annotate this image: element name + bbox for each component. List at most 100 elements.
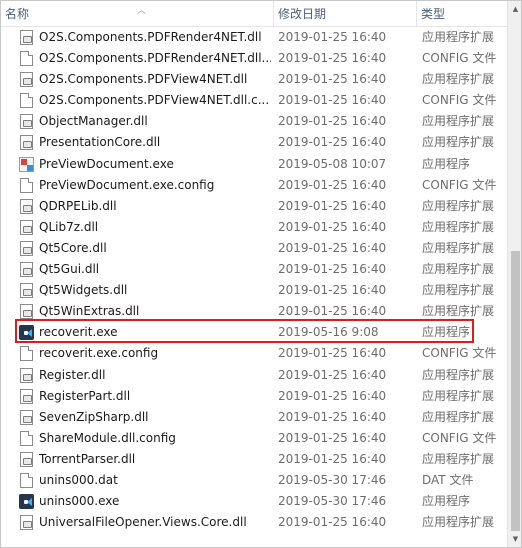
file-row[interactable]: O2S.Components.PDFView4NET.dll 2019-01-25… bbox=[1, 69, 507, 90]
file-icon-cell bbox=[18, 196, 36, 217]
file-icon-cell bbox=[18, 449, 36, 470]
file-icon-cell bbox=[18, 175, 36, 196]
file-row[interactable]: Qt5Widgets.dll 2019-01-25 16:40 应用程序扩展 bbox=[1, 280, 507, 301]
file-name[interactable]: recoverit.exe bbox=[39, 322, 271, 343]
file-name[interactable]: TorrentParser.dll bbox=[39, 449, 271, 470]
file-type: 应用程序扩展 bbox=[422, 198, 495, 213]
file-row[interactable]: SevenZipSharp.dll 2019-01-25 16:40 应用程序扩展 bbox=[1, 407, 507, 428]
preview-app-icon bbox=[19, 156, 34, 172]
file-type: 应用程序 bbox=[422, 494, 471, 509]
sort-chevron-up-icon: ︿ bbox=[137, 6, 147, 16]
file-icon-cell bbox=[18, 512, 36, 533]
file-row[interactable]: Qt5Gui.dll 2019-01-25 16:40 应用程序扩展 bbox=[1, 259, 507, 280]
column-header-date[interactable]: 修改日期 bbox=[274, 1, 416, 27]
file-type: CONFIG 文件 bbox=[422, 346, 497, 361]
file-name[interactable]: Qt5WinExtras.dll bbox=[39, 301, 271, 322]
file-type: DAT 文件 bbox=[422, 472, 474, 487]
file-name[interactable]: O2S.Components.PDFRender4NET.dll bbox=[39, 27, 271, 48]
scrollbar-thumb[interactable] bbox=[511, 251, 520, 531]
column-header-type[interactable]: 类型 bbox=[417, 1, 507, 27]
file-icon-cell bbox=[18, 407, 36, 428]
file-modified-date: 2019-01-25 16:40 bbox=[278, 388, 387, 403]
file-icon-cell bbox=[18, 491, 36, 512]
column-header-row: ︿ 名称 修改日期 类型 bbox=[1, 1, 507, 27]
file-name[interactable]: QLib7z.dll bbox=[39, 217, 271, 238]
file-row[interactable]: Qt5WinExtras.dll 2019-01-25 16:40 应用程序扩展 bbox=[1, 301, 507, 322]
file-name[interactable]: unins000.exe bbox=[39, 491, 271, 512]
config-file-icon bbox=[20, 51, 33, 67]
file-row[interactable]: ShareModule.dll.config 2019-01-25 16:40 CO… bbox=[1, 428, 507, 449]
dll-file-icon bbox=[20, 515, 33, 531]
file-icon-cell bbox=[18, 365, 36, 386]
file-row[interactable]: ObjectManager.dll 2019-01-25 16:40 应用程序扩展 bbox=[1, 111, 507, 132]
file-row[interactable]: unins000.dat 2019-05-30 17:46 DAT 文件 bbox=[1, 470, 507, 491]
file-type: 应用程序扩展 bbox=[422, 283, 495, 298]
file-type: 应用程序 bbox=[422, 156, 471, 171]
file-modified-date: 2019-01-25 16:40 bbox=[278, 451, 387, 466]
file-row[interactable]: PreViewDocument.exe.config 2019-01-25 16:… bbox=[1, 175, 507, 196]
file-name[interactable]: PreViewDocument.exe.config bbox=[39, 175, 271, 196]
file-row[interactable]: PreViewDocument.exe 2019-05-08 10:07 应用程序 bbox=[1, 154, 507, 175]
file-modified-date: 2019-05-16 9:08 bbox=[278, 325, 379, 340]
file-row[interactable]: Qt5Core.dll 2019-01-25 16:40 应用程序扩展 bbox=[1, 238, 507, 259]
file-type: 应用程序扩展 bbox=[422, 262, 495, 277]
file-name[interactable]: Qt5Gui.dll bbox=[39, 259, 271, 280]
file-icon-cell bbox=[18, 69, 36, 90]
file-explorer-list: ︿ 名称 修改日期 类型 O2S.Components.PDFRender4NE… bbox=[0, 0, 522, 548]
file-row[interactable]: unins000.exe 2019-05-30 17:46 应用程序 bbox=[1, 491, 507, 512]
file-type: 应用程序扩展 bbox=[422, 304, 495, 319]
file-row[interactable]: QLib7z.dll 2019-01-25 16:40 应用程序扩展 bbox=[1, 217, 507, 238]
file-row[interactable]: QDRPELib.dll 2019-01-25 16:40 应用程序扩展 bbox=[1, 196, 507, 217]
file-row[interactable]: UniversalFileOpener.Views.Core.dll 2019-0… bbox=[1, 512, 507, 533]
file-name[interactable]: Register.dll bbox=[39, 365, 271, 386]
file-modified-date: 2019-01-25 16:40 bbox=[278, 409, 387, 424]
file-modified-date: 2019-01-25 16:40 bbox=[278, 283, 387, 298]
file-type: 应用程序扩展 bbox=[422, 240, 495, 255]
file-name[interactable]: O2S.Components.PDFView4NET.dll bbox=[39, 69, 271, 90]
file-type: CONFIG 文件 bbox=[422, 93, 497, 108]
file-name[interactable]: UniversalFileOpener.Views.Core.dll bbox=[39, 512, 271, 533]
file-modified-date: 2019-01-25 16:40 bbox=[278, 262, 387, 277]
dll-file-icon bbox=[20, 451, 33, 467]
scroll-down-arrow-icon[interactable]: ▼ bbox=[508, 531, 521, 547]
file-type: 应用程序扩展 bbox=[422, 72, 495, 87]
file-type: 应用程序扩展 bbox=[422, 409, 495, 424]
file-name[interactable]: recoverit.exe.config bbox=[39, 343, 271, 364]
file-name[interactable]: ObjectManager.dll bbox=[39, 111, 271, 132]
file-name[interactable]: PreViewDocument.exe bbox=[39, 154, 271, 175]
file-name[interactable]: unins000.dat bbox=[39, 470, 271, 491]
file-row[interactable]: recoverit.exe 2019-05-16 9:08 应用程序 bbox=[1, 322, 507, 343]
file-modified-date: 2019-01-25 16:40 bbox=[278, 30, 387, 44]
file-modified-date: 2019-01-25 16:40 bbox=[278, 177, 387, 192]
file-modified-date: 2019-01-25 16:40 bbox=[278, 135, 387, 150]
column-header-name[interactable]: ︿ 名称 bbox=[1, 1, 273, 27]
file-name[interactable]: SevenZipSharp.dll bbox=[39, 407, 271, 428]
file-row[interactable]: PresentationCore.dll 2019-01-25 16:40 应用程序… bbox=[1, 132, 507, 153]
file-name[interactable]: PresentationCore.dll bbox=[39, 132, 271, 153]
file-row[interactable]: O2S.Components.PDFView4NET.dll.c... 2019-… bbox=[1, 90, 507, 111]
file-row[interactable]: TorrentParser.dll 2019-01-25 16:40 应用程序扩展 bbox=[1, 449, 507, 470]
file-modified-date: 2019-01-25 16:40 bbox=[278, 346, 387, 361]
file-name[interactable]: Qt5Core.dll bbox=[39, 238, 271, 259]
file-row[interactable]: Register.dll 2019-01-25 16:40 应用程序扩展 bbox=[1, 365, 507, 386]
dll-file-icon bbox=[20, 283, 33, 299]
file-modified-date: 2019-01-25 16:40 bbox=[278, 304, 387, 319]
file-name[interactable]: ShareModule.dll.config bbox=[39, 428, 271, 449]
scroll-up-arrow-icon[interactable]: ▲ bbox=[508, 1, 521, 17]
file-row[interactable]: recoverit.exe.config 2019-01-25 16:40 CONF… bbox=[1, 343, 507, 364]
file-name[interactable]: Qt5Widgets.dll bbox=[39, 280, 271, 301]
file-name[interactable]: RegisterPart.dll bbox=[39, 386, 271, 407]
dll-file-icon bbox=[20, 409, 33, 425]
file-row[interactable]: RegisterPart.dll 2019-01-25 16:40 应用程序扩展 bbox=[1, 386, 507, 407]
dll-file-icon bbox=[20, 114, 33, 130]
vertical-scrollbar[interactable]: ▲ ▼ bbox=[507, 1, 521, 547]
file-modified-date: 2019-05-30 17:46 bbox=[278, 472, 387, 487]
file-name[interactable]: O2S.Components.PDFView4NET.dll.c... bbox=[39, 90, 271, 111]
file-name[interactable]: O2S.Components.PDFRender4NET.dll.... bbox=[39, 48, 271, 69]
file-name[interactable]: QDRPELib.dll bbox=[39, 196, 271, 217]
file-type: 应用程序扩展 bbox=[422, 388, 495, 403]
file-row[interactable]: O2S.Components.PDFRender4NET.dll 2019-01-… bbox=[1, 27, 507, 48]
file-row[interactable]: O2S.Components.PDFRender4NET.dll.... 2019… bbox=[1, 48, 507, 69]
file-icon-cell bbox=[18, 217, 36, 238]
file-modified-date: 2019-05-08 10:07 bbox=[278, 156, 387, 171]
